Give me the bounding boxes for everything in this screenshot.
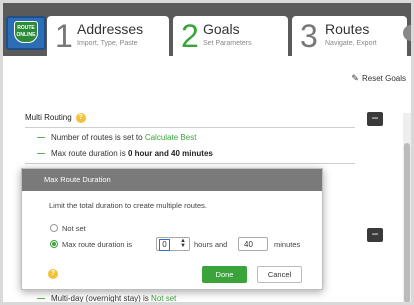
reset-goals-label: Reset Goals (361, 74, 406, 83)
step-subtitle: Import, Type, Paste (77, 40, 138, 47)
reset-goals-link[interactable]: ✎ Reset Goals (351, 73, 406, 84)
hours-label: hours and (194, 240, 228, 249)
hours-value[interactable]: 0 (159, 239, 170, 251)
step-number: 2 (181, 18, 199, 54)
wrench-icon: ✎ (351, 73, 359, 83)
step-tabs: ROUTE ONLINE 1 Addresses Import, Type, P… (3, 3, 411, 56)
dialog-description: Limit the total duration to create multi… (49, 201, 207, 210)
cancel-button[interactable]: Cancel (257, 266, 302, 283)
scrollbar[interactable] (403, 113, 411, 302)
dash-icon: — (37, 294, 45, 302)
multiday-prefix: Multi-day (overnight stay) is (51, 294, 149, 302)
divider (25, 127, 355, 128)
step-number: 1 (55, 18, 73, 54)
logo-shield-icon: ROUTE ONLINE (14, 21, 38, 43)
dialog-help-icon[interactable]: ? (48, 269, 58, 279)
section-title-text: Multi Routing (25, 113, 72, 123)
step-title: Addresses (77, 21, 144, 37)
routes-value-link[interactable]: Calculate Best (145, 133, 197, 142)
multiday-value-link[interactable]: Not set (151, 294, 176, 302)
max-duration-line: — Max route duration is 0 hour and 40 min… (37, 149, 213, 158)
logo-text: ROUTE ONLINE (16, 25, 36, 38)
step-number: 3 (300, 18, 318, 54)
max-duration-radio[interactable] (50, 240, 58, 248)
hours-stepper[interactable]: 0 ▲ ▼ (156, 237, 190, 251)
duration-value[interactable]: 0 hour and 40 minutes (128, 149, 213, 158)
tab-goals[interactable]: 2 Goals Set Parameters (173, 16, 288, 56)
collapse-multi-routing-button[interactable]: − (367, 112, 383, 126)
app-window: ROUTE ONLINE 1 Addresses Import, Type, P… (3, 3, 411, 302)
help-icon[interactable]: ? (75, 113, 86, 123)
minutes-label: minutes (274, 240, 301, 249)
duration-prefix: Max route duration is (51, 149, 126, 158)
multiday-line: — Multi-day (overnight stay) is Not set (37, 294, 176, 302)
not-set-radio[interactable] (50, 224, 58, 232)
route-online-logo: ROUTE ONLINE (6, 16, 46, 50)
step-subtitle: Set Parameters (203, 40, 252, 47)
dash-icon: — (37, 133, 45, 142)
not-set-label[interactable]: Not set (62, 224, 86, 233)
tab-addresses[interactable]: 1 Addresses Import, Type, Paste (47, 16, 169, 56)
step-title: Routes (325, 21, 370, 37)
done-button[interactable]: Done (202, 266, 247, 283)
divider (25, 163, 355, 164)
collapse-section-button[interactable]: − (367, 228, 383, 242)
dialog-title: Max Route Duration (22, 169, 322, 191)
stepper-arrows-icon[interactable]: ▲ ▼ (180, 238, 186, 249)
routes-prefix: Number of routes is set to (51, 133, 143, 142)
max-duration-label[interactable]: Max route duration is (62, 240, 132, 249)
scrollbar-thumb[interactable] (404, 143, 410, 302)
step-subtitle: Navigate, Export (325, 40, 377, 47)
step-title: Goals (203, 21, 240, 37)
routes-count-line: — Number of routes is set to Calculate Be… (37, 133, 196, 142)
minutes-input[interactable]: 40 (238, 237, 268, 251)
dash-icon: — (37, 149, 45, 158)
tab-routes[interactable]: 3 Routes Navigate, Export (292, 16, 407, 56)
max-route-duration-dialog: Max Route Duration Limit the total durat… (21, 168, 323, 290)
multi-routing-title: Multi Routing? (25, 113, 86, 123)
